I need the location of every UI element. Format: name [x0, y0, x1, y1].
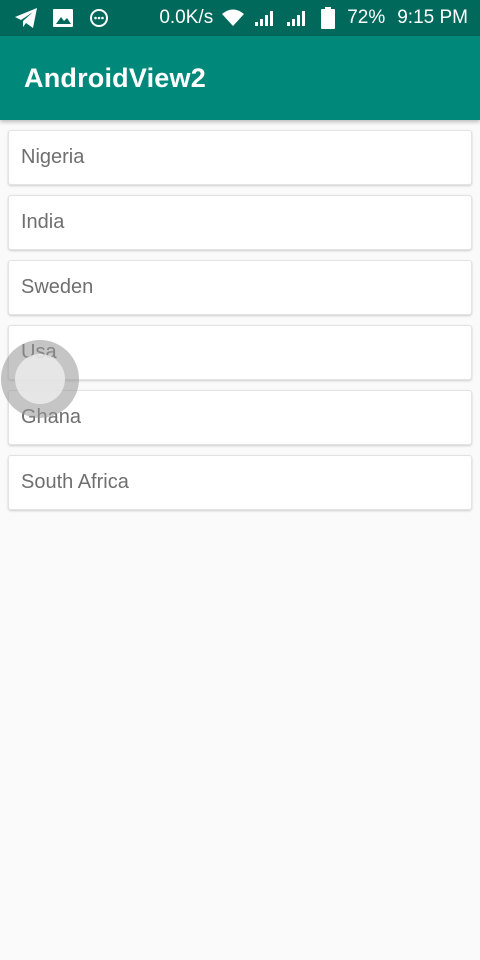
list-item-label: South Africa — [21, 471, 129, 493]
list-item-south-africa[interactable]: South Africa — [8, 455, 472, 510]
battery-percent: 72% — [347, 7, 386, 28]
list-item-label: India — [21, 211, 65, 233]
network-speed: 0.0K/s — [159, 7, 214, 28]
status-left-icons — [14, 7, 110, 29]
list-item-label: Ghana — [21, 406, 82, 428]
list-item-usa[interactable]: Usa — [8, 325, 472, 380]
wifi-icon — [221, 8, 245, 28]
list-item-india[interactable]: India — [8, 195, 472, 250]
image-icon — [52, 8, 74, 28]
status-bar: 0.0K/s 72% 9:15 PM — [0, 0, 480, 36]
signal-icon — [253, 9, 277, 27]
list-item-label: Nigeria — [21, 146, 85, 168]
country-list: Nigeria India Sweden Usa Ghana South Afr… — [8, 130, 472, 520]
list-item-ghana[interactable]: Ghana — [8, 390, 472, 445]
signal-icon — [285, 9, 309, 27]
list-item-nigeria[interactable]: Nigeria — [8, 130, 472, 185]
list-item-label: Sweden — [21, 276, 94, 298]
battery-icon — [321, 7, 336, 29]
clock-time: 9:15 PM — [397, 7, 468, 28]
chat-bubble-icon — [88, 7, 110, 29]
list-item-label: Usa — [21, 341, 57, 363]
list-item-sweden[interactable]: Sweden — [8, 260, 472, 315]
status-right-group: 0.0K/s 72% 9:15 PM — [159, 7, 468, 29]
app-title: AndroidView2 — [24, 62, 206, 93]
telegram-icon — [14, 7, 38, 29]
app-bar: AndroidView2 — [0, 36, 480, 120]
